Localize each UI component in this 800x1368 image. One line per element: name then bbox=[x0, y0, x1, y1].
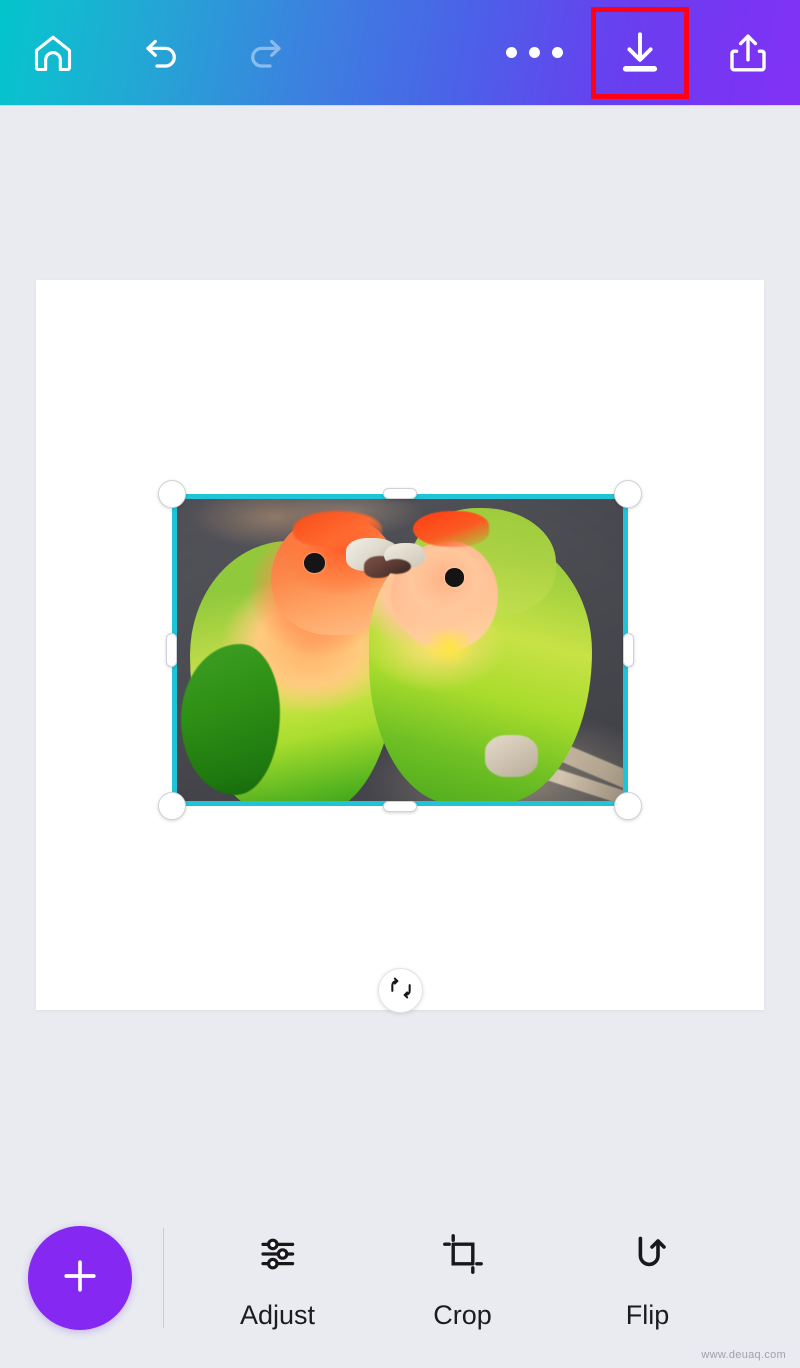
sliders-icon bbox=[254, 1228, 302, 1280]
tool-list: Adjust Crop Flip bbox=[185, 1188, 800, 1368]
tool-crop[interactable]: Crop bbox=[370, 1203, 555, 1353]
app-root: Adjust Crop Flip www.deuaq.com bbox=[0, 0, 800, 1368]
resize-handle-middle-left[interactable] bbox=[166, 633, 177, 667]
download-button[interactable] bbox=[609, 22, 671, 84]
plus-icon bbox=[57, 1253, 103, 1304]
resize-handle-bottom-center[interactable] bbox=[383, 801, 417, 812]
lovebirds-photo[interactable] bbox=[177, 499, 623, 801]
resize-handle-top-right[interactable] bbox=[614, 480, 642, 508]
top-toolbar bbox=[0, 0, 800, 106]
selected-image-wrapper[interactable] bbox=[158, 480, 642, 820]
more-horizontal-icon bbox=[505, 47, 563, 58]
more-options-button[interactable] bbox=[503, 22, 565, 84]
share-button[interactable] bbox=[717, 22, 779, 84]
resize-handle-bottom-right[interactable] bbox=[614, 792, 642, 820]
tool-label: Adjust bbox=[239, 1299, 316, 1330]
rotate-button[interactable] bbox=[378, 968, 423, 1013]
flip-icon bbox=[624, 1228, 672, 1280]
resize-handle-middle-right[interactable] bbox=[623, 633, 634, 667]
redo-button[interactable] bbox=[234, 22, 296, 84]
share-icon bbox=[724, 29, 772, 77]
resize-handle-top-center[interactable] bbox=[383, 488, 417, 499]
tool-label: Flip bbox=[625, 1299, 670, 1330]
bottom-toolbar: Adjust Crop Flip www.deuaq.com bbox=[0, 1188, 800, 1368]
redo-icon bbox=[242, 30, 288, 76]
home-button[interactable] bbox=[22, 22, 84, 84]
site-watermark: www.deuaq.com bbox=[701, 1349, 786, 1361]
resize-handle-bottom-left[interactable] bbox=[158, 792, 186, 820]
crop-icon bbox=[439, 1228, 487, 1280]
toolbar-divider bbox=[163, 1228, 164, 1328]
tool-adjust[interactable]: Adjust bbox=[185, 1203, 370, 1353]
undo-button[interactable] bbox=[131, 22, 193, 84]
undo-icon bbox=[139, 30, 185, 76]
home-icon bbox=[31, 31, 75, 75]
tool-flip[interactable]: Flip bbox=[555, 1203, 740, 1353]
selection-frame bbox=[172, 494, 628, 806]
tool-label: Crop bbox=[433, 1299, 492, 1330]
rotate-icon bbox=[388, 975, 414, 1006]
tool-animate[interactable]: Anim bbox=[740, 1203, 800, 1353]
add-element-button[interactable] bbox=[28, 1226, 132, 1330]
download-icon bbox=[614, 27, 666, 79]
canvas-area[interactable] bbox=[0, 106, 800, 1188]
resize-handle-top-left[interactable] bbox=[158, 480, 186, 508]
